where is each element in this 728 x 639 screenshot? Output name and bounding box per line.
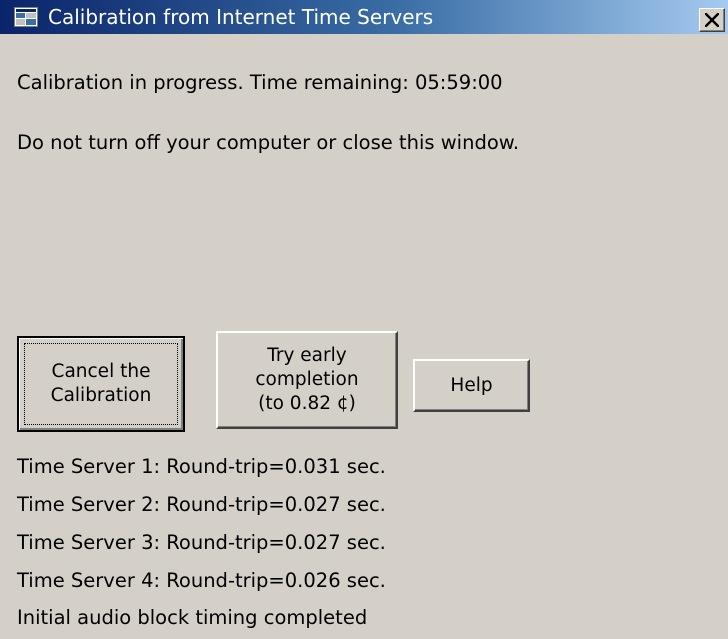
close-button[interactable] [699, 8, 725, 32]
window-title: Calibration from Internet Time Servers [48, 5, 434, 29]
warning-message: Do not turn off your computer or close t… [17, 131, 520, 154]
cancel-calibration-button[interactable]: Cancel the Calibration [17, 336, 185, 432]
progress-status: Calibration in progress. Time remaining:… [17, 71, 503, 94]
log-line-server-3: Time Server 3: Round-trip=0.027 sec. [17, 531, 386, 554]
help-button[interactable]: Help [413, 359, 530, 412]
calibration-window: Calibration from Internet Time Servers C… [0, 0, 728, 639]
cancel-calibration-label: Cancel the Calibration [50, 361, 152, 406]
window-app-icon [14, 7, 38, 27]
try-early-completion-button[interactable]: Try early completion (to 0.82 ¢) [216, 331, 398, 429]
log-line-server-1: Time Server 1: Round-trip=0.031 sec. [17, 455, 386, 478]
help-label: Help [450, 374, 493, 396]
log-line-server-2: Time Server 2: Round-trip=0.027 sec. [17, 493, 386, 516]
try-early-completion-label: Try early completion (to 0.82 ¢) [255, 345, 359, 414]
title-bar[interactable]: Calibration from Internet Time Servers [0, 0, 728, 34]
log-line-audio-timing: Initial audio block timing completed [17, 606, 368, 629]
log-line-server-4: Time Server 4: Round-trip=0.026 sec. [17, 569, 386, 592]
